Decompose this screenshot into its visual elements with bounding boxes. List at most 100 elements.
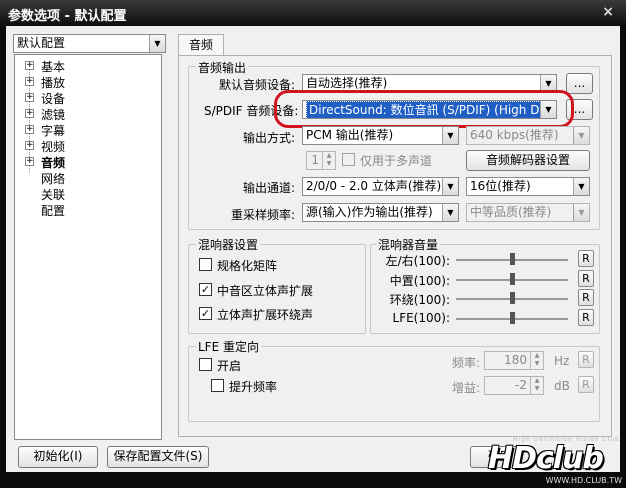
- bit-depth-select[interactable]: 16位(推荐) ▼: [466, 177, 590, 196]
- lfe-enable-checkbox[interactable]: [199, 358, 212, 371]
- reset-label: R: [582, 272, 590, 285]
- output-mode-label: 输出方式:: [243, 131, 296, 145]
- tab-audio-label: 音频: [188, 38, 213, 52]
- profile-select[interactable]: 默认配置 ▼: [13, 34, 166, 53]
- volume-lfe-reset-button[interactable]: R: [578, 309, 594, 326]
- watermark-logo: HDclub: [488, 441, 604, 476]
- resample-label: 重采样频率:: [231, 208, 296, 222]
- lfe-frequency-value: 180: [504, 353, 527, 367]
- lfe-frequency-stepper[interactable]: 180 ▲ ▼: [484, 351, 544, 370]
- multichannel-only-label: 仅用于多声道: [360, 154, 433, 168]
- volume-surround-label: 环绕(100):: [389, 293, 450, 307]
- profile-select-value: 默认配置: [17, 36, 66, 50]
- lfe-gain-stepper[interactable]: -2 ▲ ▼: [484, 376, 544, 395]
- browse-label: ...: [573, 76, 586, 90]
- volume-lr-slider[interactable]: [456, 250, 568, 270]
- stepper-arrows-icon[interactable]: ▲ ▼: [322, 152, 335, 169]
- volume-center-reset-button[interactable]: R: [578, 270, 594, 287]
- preferences-window: 参数选项 - 默认配置 × 默认配置 ▼ + 基本 + 播放 + 设备 + 滤镜…: [0, 0, 626, 488]
- tree-item-profiles[interactable]: 配置: [41, 202, 65, 219]
- reset-label: R: [582, 353, 590, 366]
- bit-depth-value: 16位(推荐): [470, 179, 531, 193]
- tree-item-label: 字幕: [41, 124, 66, 138]
- default-device-value: 自动选择(推荐): [306, 76, 388, 90]
- center-stereo-label: 中音区立体声扩展: [217, 284, 314, 298]
- window-title: 参数选项 - 默认配置: [8, 9, 127, 24]
- lfe-gain-reset-button[interactable]: R: [578, 376, 594, 393]
- tree-item-label: 网络: [41, 172, 66, 186]
- lfe-gain-value: -2: [515, 378, 527, 392]
- tree-item-network[interactable]: 网络: [41, 170, 65, 187]
- expand-icon[interactable]: +: [25, 157, 34, 166]
- chevron-down-icon: ▼: [442, 204, 458, 221]
- tree-item-label: 设备: [41, 92, 66, 106]
- slider-thumb[interactable]: [510, 273, 515, 285]
- chevron-down-icon: ▼: [442, 178, 458, 195]
- volume-center-label: 中置(100):: [389, 274, 450, 288]
- tree-item-label: 基本: [41, 60, 66, 74]
- lfe-boost-checkbox[interactable]: [211, 379, 224, 392]
- reset-label: R: [582, 378, 590, 391]
- reset-label: R: [582, 252, 590, 265]
- normalize-matrix-label: 规格化矩阵: [217, 259, 278, 273]
- stepper-arrows-icon[interactable]: ▲ ▼: [530, 352, 543, 369]
- default-device-browse-button[interactable]: ...: [566, 73, 593, 94]
- lfe-frequency-unit: Hz: [554, 354, 570, 368]
- tree-item-associations[interactable]: 关联: [41, 186, 65, 203]
- stepper-arrows-icon[interactable]: ▲ ▼: [530, 377, 543, 394]
- watermark-url: WWW.HD.CLUB.TW: [545, 476, 622, 485]
- audio-decoder-settings-button[interactable]: 音频解码器设置: [466, 150, 590, 171]
- lfe-redirect-group-label: LFE 重定向: [196, 338, 261, 355]
- lfe-enable-label: 开启: [217, 359, 242, 373]
- tree-item-label: 视频: [41, 140, 66, 154]
- expand-icon[interactable]: +: [25, 109, 34, 118]
- expand-icon[interactable]: +: [25, 141, 34, 150]
- volume-lfe-slider[interactable]: [456, 309, 568, 329]
- tab-audio[interactable]: 音频: [178, 34, 224, 56]
- mixer-volume-group-label: 混响器音量: [376, 236, 441, 253]
- channel-count-stepper[interactable]: 1 ▲ ▼: [306, 151, 336, 170]
- output-mode-select[interactable]: PCM 输出(推荐) ▼: [302, 126, 459, 145]
- lfe-boost-label: 提升频率: [229, 380, 278, 394]
- save-profile-button[interactable]: 保存配置文件(S): [107, 446, 209, 468]
- tree-item-label: 音频: [41, 156, 66, 170]
- volume-surround-slider[interactable]: [456, 289, 568, 309]
- browse-label: ...: [573, 102, 586, 116]
- bitrate-select[interactable]: 640 kbps(推荐) ▼: [466, 126, 590, 145]
- bitrate-value: 640 kbps(推荐): [470, 128, 559, 142]
- volume-center-slider[interactable]: [456, 270, 568, 290]
- slider-thumb[interactable]: [510, 253, 515, 265]
- lfe-frequency-label: 频率:: [452, 356, 481, 370]
- output-channel-label: 输出通道:: [243, 181, 296, 195]
- volume-lfe-label: LFE(100):: [392, 311, 450, 325]
- dialog-client: 默认配置 ▼ + 基本 + 播放 + 设备 + 滤镜 + 字幕 + 视频 + 音…: [6, 26, 620, 472]
- expand-icon[interactable]: +: [25, 125, 34, 134]
- slider-thumb[interactable]: [510, 292, 515, 304]
- normalize-matrix-checkbox[interactable]: [199, 258, 212, 271]
- resample-quality-select[interactable]: 中等品质(推荐) ▼: [466, 203, 590, 222]
- resample-select[interactable]: 源(输入)作为输出(推荐) ▼: [302, 203, 459, 222]
- volume-surround-reset-button[interactable]: R: [578, 289, 594, 306]
- multichannel-only-checkbox[interactable]: [342, 153, 355, 166]
- lfe-frequency-reset-button[interactable]: R: [578, 351, 594, 368]
- center-stereo-checkbox[interactable]: ✓: [199, 283, 212, 296]
- surround-checkbox[interactable]: ✓: [199, 307, 212, 320]
- category-tree[interactable]: + 基本 + 播放 + 设备 + 滤镜 + 字幕 + 视频 + 音频 网络 关联…: [14, 54, 162, 440]
- expand-icon[interactable]: +: [25, 61, 34, 70]
- volume-lr-reset-button[interactable]: R: [578, 250, 594, 267]
- expand-icon[interactable]: +: [25, 93, 34, 102]
- tree-item-label: 播放: [41, 76, 66, 90]
- close-icon[interactable]: ×: [602, 4, 614, 20]
- tree-item-label: 关联: [41, 188, 66, 202]
- lfe-gain-unit: dB: [554, 379, 570, 393]
- output-channel-value: 2/0/0 - 2.0 立体声(推荐): [306, 179, 442, 193]
- chevron-down-icon: ▼: [442, 127, 458, 144]
- title-bar[interactable]: 参数选项 - 默认配置 ×: [0, 0, 626, 26]
- output-channel-select[interactable]: 2/0/0 - 2.0 立体声(推荐) ▼: [302, 177, 459, 196]
- slider-thumb[interactable]: [510, 312, 515, 324]
- initialize-button[interactable]: 初始化(I): [18, 446, 98, 468]
- expand-icon[interactable]: +: [25, 77, 34, 86]
- chevron-down-icon: ▼: [573, 204, 589, 221]
- tree-item-label: 配置: [41, 204, 66, 218]
- channel-count-value: 1: [311, 153, 319, 167]
